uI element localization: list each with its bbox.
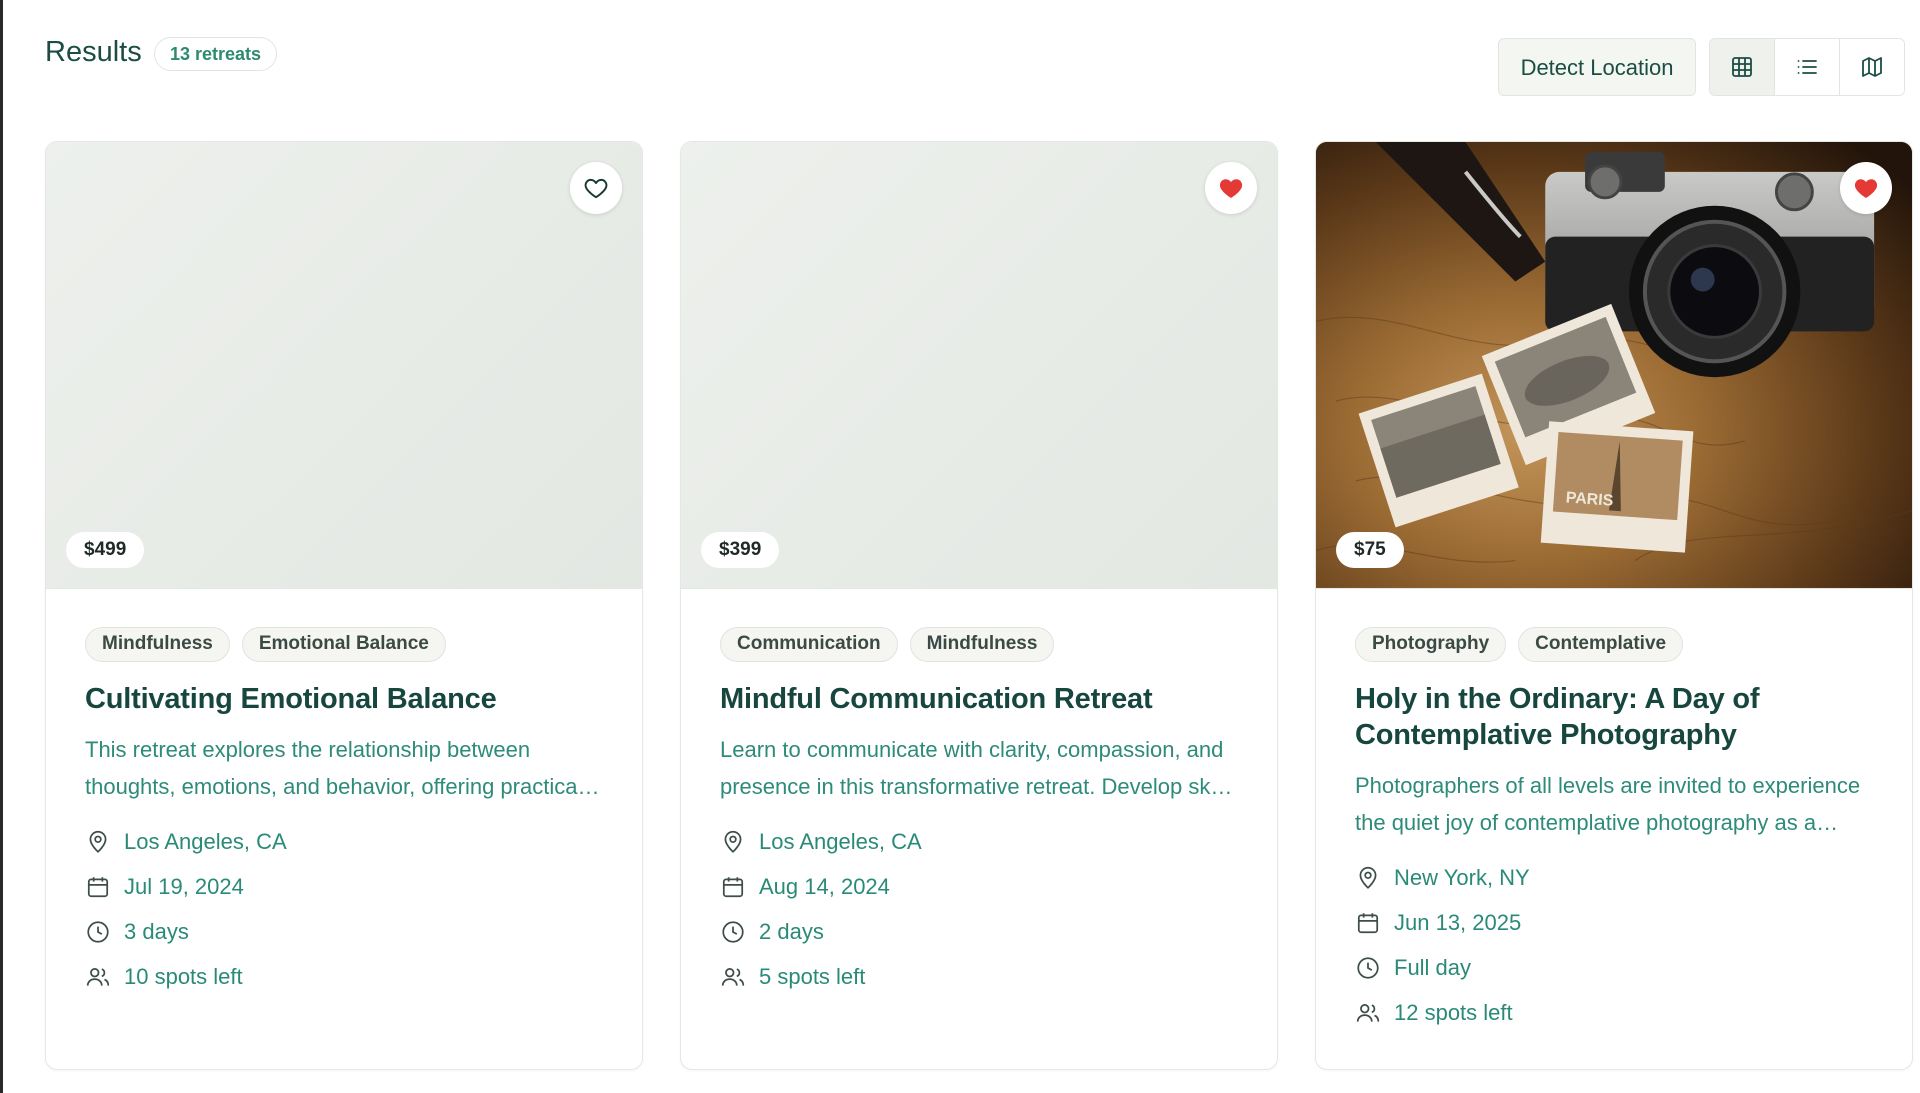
grid-view-button[interactable] xyxy=(1710,39,1775,95)
calendar-icon xyxy=(722,876,744,897)
retreat-meta: New York, NY Jun 13, 2025 Full day 12 sp… xyxy=(1355,855,1872,1035)
retreat-title[interactable]: Mindful Communication Retreat xyxy=(720,681,1237,717)
detect-location-button[interactable]: Detect Location xyxy=(1498,38,1696,96)
tag-list: Communication Mindfulness xyxy=(720,627,1237,663)
tag-list: Mindfulness Emotional Balance xyxy=(85,627,602,663)
map-pin-icon xyxy=(724,830,742,853)
duration-row: 3 days xyxy=(85,909,602,954)
price-badge: $75 xyxy=(1336,532,1404,568)
date-text: Aug 14, 2024 xyxy=(759,873,890,899)
calendar-icon xyxy=(1357,912,1379,933)
svg-text:PARIS: PARIS xyxy=(1565,489,1614,509)
retreat-card[interactable]: $399 Communication Mindfulness Mindful C… xyxy=(680,141,1278,1070)
calendar-icon xyxy=(87,876,109,897)
retreat-image-placeholder: $499 xyxy=(46,142,642,589)
date-text: Jul 19, 2024 xyxy=(124,873,244,899)
heart-filled-icon xyxy=(1854,179,1878,198)
retreat-meta: Los Angeles, CA Jul 19, 2024 3 days 10 s… xyxy=(85,819,602,999)
favorite-button[interactable] xyxy=(1840,162,1892,214)
tag: Mindfulness xyxy=(85,627,230,662)
view-mode-toggle xyxy=(1709,38,1905,96)
favorite-button[interactable] xyxy=(1205,162,1257,214)
location-row: Los Angeles, CA xyxy=(85,819,602,864)
results-header: Results 13 retreats Detect Location xyxy=(45,36,1905,96)
heart-outline-icon xyxy=(584,178,608,199)
tag: Emotional Balance xyxy=(241,627,446,662)
duration-row: 2 days xyxy=(720,909,1237,954)
map-pin-icon xyxy=(1359,866,1377,889)
list-icon xyxy=(1797,60,1817,74)
location-row: Los Angeles, CA xyxy=(720,819,1237,864)
users-icon xyxy=(721,967,745,986)
retreat-title[interactable]: Holy in the Ordinary: A Day of Contempla… xyxy=(1355,681,1872,753)
location-text: New York, NY xyxy=(1394,864,1530,890)
retreat-description: This retreat explores the relationship b… xyxy=(85,737,583,799)
duration-text: 2 days xyxy=(759,918,824,944)
spots-row: 12 spots left xyxy=(1355,990,1872,1035)
date-row: Jul 19, 2024 xyxy=(85,864,602,909)
date-row: Aug 14, 2024 xyxy=(720,864,1237,909)
location-row: New York, NY xyxy=(1355,855,1872,900)
spots-row: 10 spots left xyxy=(85,954,602,999)
retreat-description: Photographers of all levels are invited … xyxy=(1355,773,1861,835)
duration-row: Full day xyxy=(1355,945,1872,990)
retreat-photo: PARIS $75 xyxy=(1316,142,1912,589)
retreat-card[interactable]: PARIS $75 Photography Contemplative Holy… xyxy=(1315,141,1913,1070)
date-text: Jun 13, 2025 xyxy=(1394,909,1522,935)
spots-text: 12 spots left xyxy=(1394,999,1513,1025)
tag: Mindfulness xyxy=(909,627,1055,662)
results-count-badge: 13 retreats xyxy=(154,37,278,71)
location-text: Los Angeles, CA xyxy=(124,828,287,854)
duration-text: Full day xyxy=(1394,954,1472,980)
clock-icon xyxy=(1357,956,1379,979)
tag: Communication xyxy=(720,627,898,662)
grid-icon xyxy=(1732,57,1752,77)
users-icon xyxy=(1356,1003,1380,1022)
card-body: Photography Contemplative Holy in the Or… xyxy=(1316,589,1912,1035)
retreat-meta: Los Angeles, CA Aug 14, 2024 2 days 5 sp… xyxy=(720,819,1237,999)
retreat-image-placeholder: $399 xyxy=(681,142,1277,589)
camera-and-photos-image: PARIS xyxy=(1316,142,1912,588)
retreat-card[interactable]: $499 Mindfulness Emotional Balance Culti… xyxy=(45,141,643,1070)
retreat-title[interactable]: Cultivating Emotional Balance xyxy=(85,681,602,717)
retreat-card-grid: $499 Mindfulness Emotional Balance Culti… xyxy=(45,141,1913,1071)
card-body: Communication Mindfulness Mindful Commun… xyxy=(681,589,1277,999)
price-badge: $399 xyxy=(701,532,780,568)
tag-list: Photography Contemplative xyxy=(1355,627,1872,663)
spots-row: 5 spots left xyxy=(720,954,1237,999)
retreat-results-page: Results 13 retreats Detect Location $499… xyxy=(0,0,1920,1093)
duration-text: 3 days xyxy=(124,918,189,944)
spots-text: 10 spots left xyxy=(124,963,243,989)
clock-icon xyxy=(87,920,109,943)
spots-text: 5 spots left xyxy=(759,963,866,989)
location-text: Los Angeles, CA xyxy=(759,828,922,854)
heart-filled-icon xyxy=(1219,179,1243,198)
list-view-button[interactable] xyxy=(1775,39,1840,95)
map-view-button[interactable] xyxy=(1840,39,1904,95)
date-row: Jun 13, 2025 xyxy=(1355,900,1872,945)
favorite-button[interactable] xyxy=(570,162,622,214)
tag: Contemplative xyxy=(1518,627,1684,662)
card-body: Mindfulness Emotional Balance Cultivatin… xyxy=(46,589,642,999)
map-pin-icon xyxy=(89,830,107,853)
clock-icon xyxy=(722,920,744,943)
users-icon xyxy=(86,967,110,986)
results-title: Results xyxy=(45,36,142,68)
map-icon xyxy=(1862,57,1882,77)
retreat-description: Learn to communicate with clarity, compa… xyxy=(720,737,1236,799)
price-badge: $499 xyxy=(66,532,145,568)
tag: Photography xyxy=(1355,627,1507,662)
